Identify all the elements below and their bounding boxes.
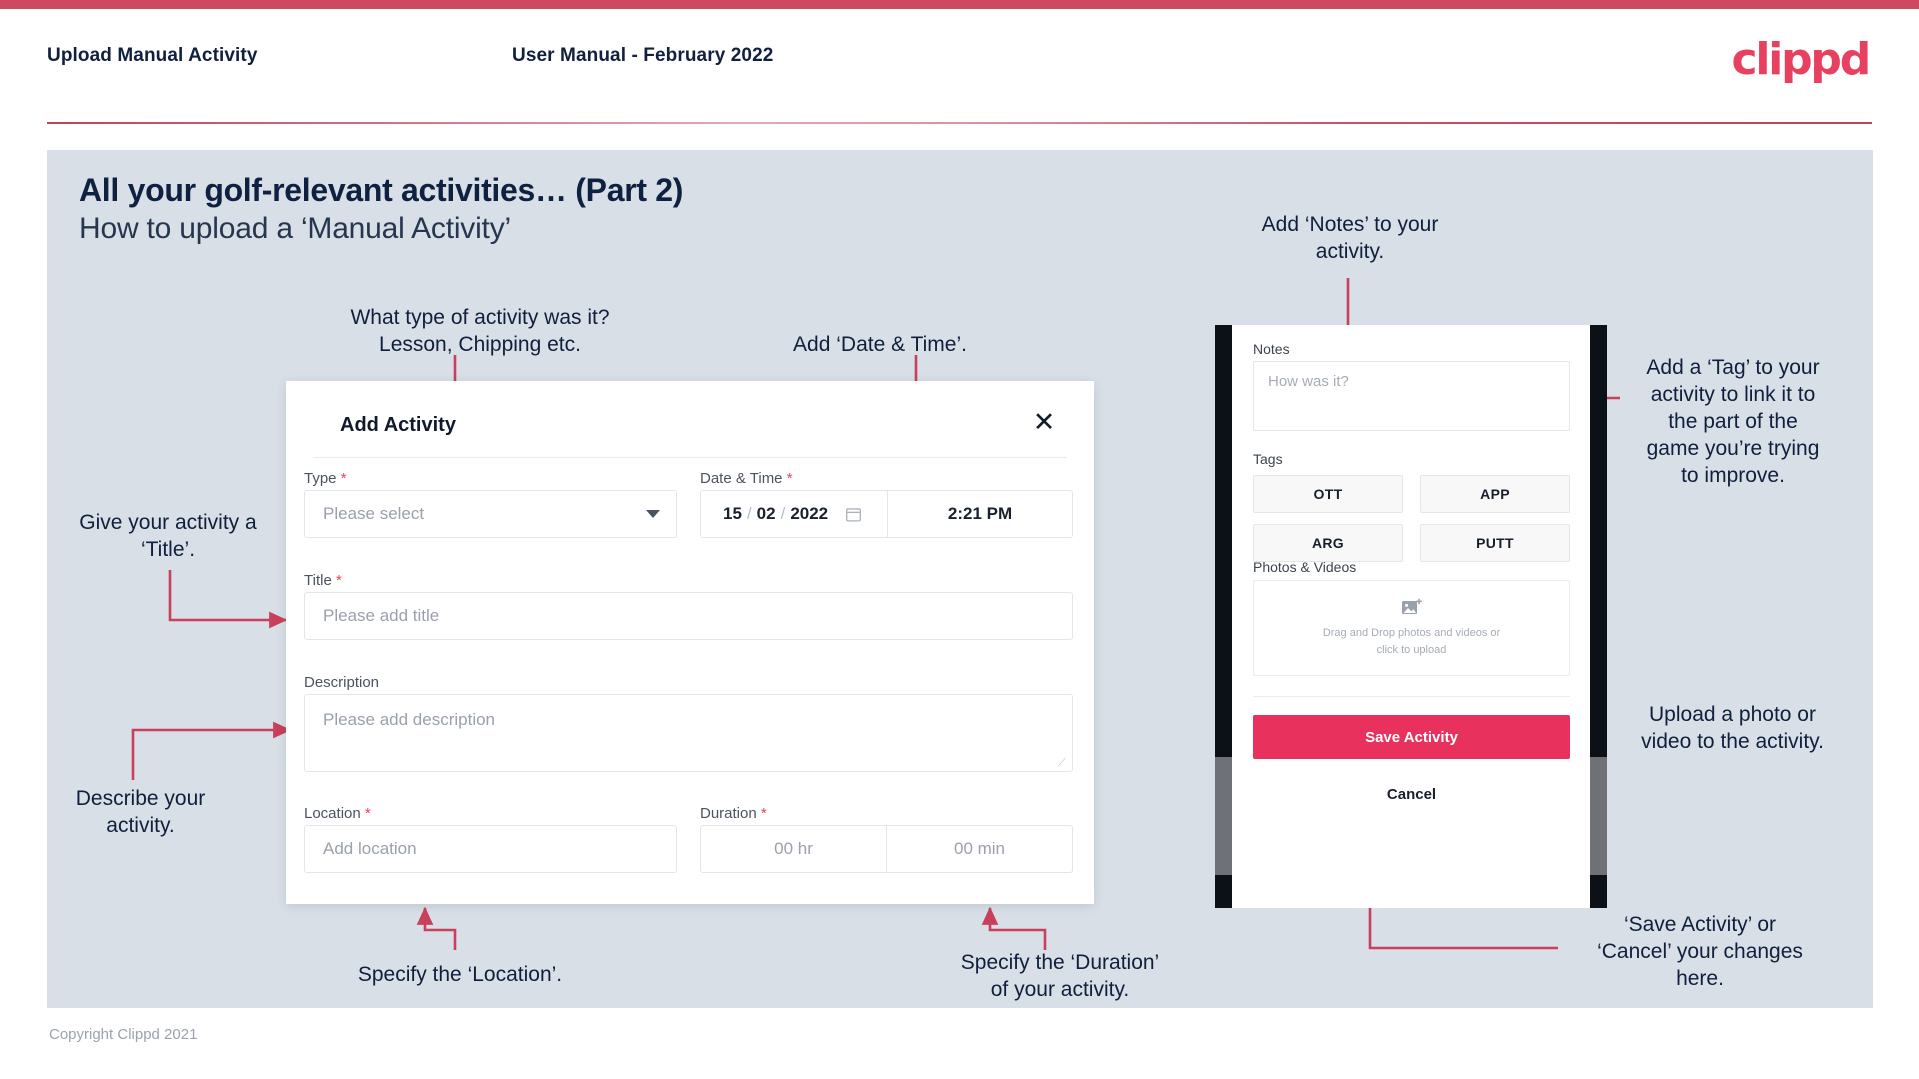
- annotation-duration: Specify the ‘Duration’ of your activity.: [960, 951, 1160, 1001]
- location-label: Location *: [304, 805, 371, 822]
- tag-button-putt[interactable]: PUTT: [1420, 524, 1570, 562]
- photo-dropzone[interactable]: Drag and Drop photos and videos or click…: [1253, 580, 1570, 676]
- annotation-title: Give your activity a ‘Title’.: [79, 511, 257, 561]
- clippd-logo: clippd: [1731, 34, 1871, 85]
- title-label: Title *: [304, 572, 342, 589]
- slide-heading: All your golf-relevant activities… (Part…: [79, 172, 684, 208]
- tag-button-app[interactable]: APP: [1420, 475, 1570, 513]
- datetime-field: 15 / 02 / 2022 2:21 PM: [700, 490, 1073, 538]
- location-input[interactable]: Add location: [304, 825, 677, 873]
- page-subtitle: User Manual - February 2022: [512, 45, 774, 66]
- duration-required-mark: *: [760, 805, 767, 822]
- page-title: Upload Manual Activity: [47, 45, 258, 66]
- phone-mockup: Notes How was it? Tags OTT APP ARG PUTT …: [1215, 325, 1607, 908]
- datetime-label: Date & Time *: [700, 470, 793, 487]
- description-label: Description: [304, 674, 379, 691]
- cancel-button[interactable]: Cancel: [1253, 777, 1570, 811]
- annotation-notes: Add ‘Notes’ to your activity.: [1261, 213, 1439, 263]
- phone-screen: Notes How was it? Tags OTT APP ARG PUTT …: [1232, 325, 1590, 908]
- phone-bezel-right-accent: [1590, 757, 1607, 875]
- dropzone-line-2: click to upload: [1376, 643, 1447, 656]
- tag-button-arg[interactable]: ARG: [1253, 524, 1403, 562]
- calendar-icon[interactable]: [845, 506, 862, 523]
- dialog-title: Add Activity: [340, 414, 456, 436]
- top-accent-bar: [0, 0, 1919, 9]
- notes-placeholder: How was it?: [1268, 373, 1349, 390]
- phone-divider: [1253, 696, 1570, 697]
- image-add-icon: [1401, 598, 1422, 614]
- description-textarea[interactable]: Please add description ⟋: [304, 694, 1073, 772]
- datetime-label-text: Date & Time: [700, 470, 783, 487]
- notes-textarea[interactable]: How was it?: [1253, 361, 1570, 431]
- chevron-down-icon: [646, 510, 660, 518]
- type-label: Type *: [304, 470, 347, 487]
- date-month: 02: [756, 504, 776, 523]
- tags-label: Tags: [1253, 451, 1283, 467]
- close-icon[interactable]: ✕: [1027, 405, 1061, 439]
- time-input[interactable]: 2:21 PM: [888, 491, 1072, 537]
- location-placeholder: Add location: [323, 839, 417, 858]
- title-input[interactable]: Please add title: [304, 592, 1073, 640]
- dropzone-text: Drag and Drop photos and videos or click…: [1323, 625, 1500, 658]
- type-placeholder: Please select: [323, 504, 425, 523]
- title-required-mark: *: [335, 572, 342, 589]
- location-label-text: Location: [304, 805, 361, 822]
- slide-subheading: How to upload a ‘Manual Activity’: [79, 212, 511, 245]
- slide-page: Upload Manual Activity User Manual - Feb…: [0, 0, 1919, 1079]
- type-select[interactable]: Please select: [304, 490, 677, 538]
- annotation-location: Specify the ‘Location’.: [357, 963, 563, 986]
- duration-field: 00 hr 00 min: [700, 825, 1073, 873]
- date-sep-1: /: [746, 504, 752, 523]
- title-placeholder: Please add title: [323, 606, 440, 625]
- datetime-required-mark: *: [786, 470, 793, 487]
- title-label-text: Title: [304, 572, 332, 589]
- duration-label: Duration *: [700, 805, 767, 822]
- description-label-text: Description: [304, 674, 380, 691]
- date-day: 15: [723, 504, 742, 523]
- annotation-type: What type of activity was it? Lesson, Chi…: [350, 306, 610, 356]
- type-label-text: Type: [304, 470, 337, 487]
- type-required-mark: *: [340, 470, 347, 487]
- duration-label-text: Duration: [700, 805, 757, 822]
- save-activity-button[interactable]: Save Activity: [1253, 715, 1570, 759]
- date-input[interactable]: 15 / 02 / 2022: [701, 491, 888, 537]
- duration-hours-input[interactable]: 00 hr: [701, 826, 887, 872]
- annotation-datetime: Add ‘Date & Time’.: [793, 333, 967, 356]
- duration-minutes-input[interactable]: 00 min: [887, 826, 1072, 872]
- photos-label: Photos & Videos: [1253, 559, 1357, 575]
- resize-grip-icon[interactable]: ⟋: [1058, 758, 1068, 769]
- annotation-photos: Upload a photo or video to the activity.: [1641, 703, 1824, 753]
- annotation-tags: Add a ‘Tag’ to your activity to link it t…: [1646, 356, 1820, 487]
- description-placeholder: Please add description: [323, 710, 496, 729]
- header-divider: [47, 122, 1872, 124]
- date-year: 2022: [790, 504, 829, 523]
- annotation-save: ‘Save Activity’ or ‘Cancel’ your changes h…: [1597, 913, 1803, 990]
- copyright-text: Copyright Clippd 2021: [49, 1026, 198, 1043]
- tag-button-ott[interactable]: OTT: [1253, 475, 1403, 513]
- location-required-mark: *: [364, 805, 371, 822]
- date-sep-2: /: [780, 504, 786, 523]
- notes-label: Notes: [1253, 341, 1290, 357]
- phone-bezel-left-accent: [1215, 757, 1232, 875]
- dialog-divider: [313, 457, 1067, 458]
- dropzone-line-1: Drag and Drop photos and videos or: [1322, 627, 1501, 639]
- annotation-description: Describe your activity.: [75, 787, 206, 837]
